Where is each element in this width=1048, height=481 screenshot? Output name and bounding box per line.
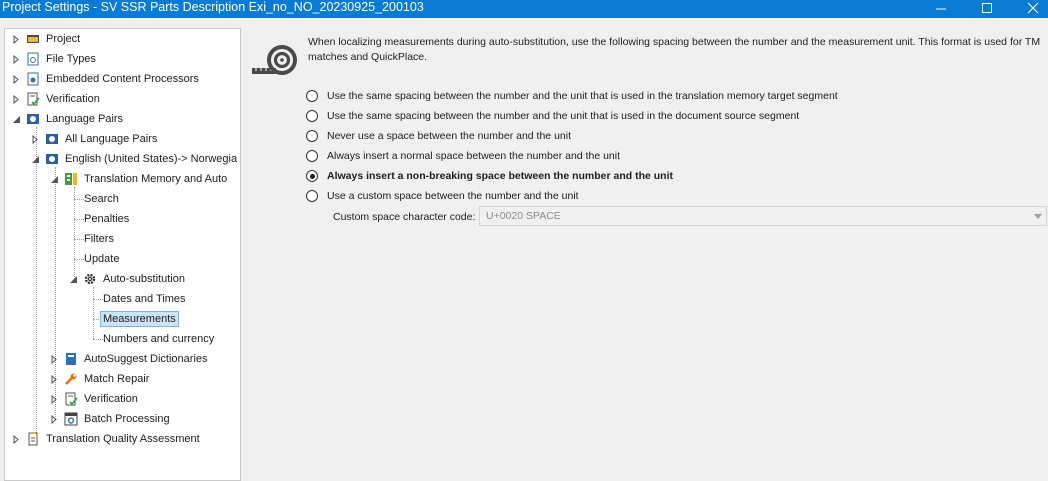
translation-memory-icon bbox=[65, 173, 77, 185]
expand-arrow-icon[interactable] bbox=[50, 415, 59, 424]
tree-guide-line bbox=[74, 219, 84, 220]
custom-space-code-value: U+0020 SPACE bbox=[486, 210, 561, 222]
gear-icon bbox=[84, 273, 96, 285]
option-label: Use a custom space between the number an… bbox=[327, 190, 579, 202]
radio-button[interactable] bbox=[306, 150, 318, 162]
option-label: Use the same spacing between the number … bbox=[327, 110, 800, 122]
custom-space-code-dropdown[interactable]: U+0020 SPACE bbox=[479, 206, 1047, 226]
expand-arrow-icon[interactable] bbox=[50, 395, 59, 404]
language-pairs-icon bbox=[27, 114, 39, 124]
language-pairs-icon bbox=[46, 134, 58, 144]
expand-arrow-icon[interactable] bbox=[50, 375, 59, 384]
embedded-content-icon bbox=[27, 72, 39, 86]
tree-item-measurements[interactable]: Measurements bbox=[100, 311, 179, 327]
minimize-button[interactable] bbox=[918, 0, 964, 18]
window-title: Project Settings - SV SSR Parts Descript… bbox=[2, 0, 424, 14]
option-tm-target-spacing[interactable]: Use the same spacing between the number … bbox=[306, 86, 838, 106]
tree-item-numbers-and-currency[interactable]: Numbers and currency bbox=[103, 332, 214, 346]
verification-icon bbox=[27, 92, 40, 106]
tree-item-embedded-content-processors[interactable]: Embedded Content Processors bbox=[46, 72, 199, 86]
expand-arrow-icon[interactable] bbox=[12, 95, 21, 104]
collapse-arrow-icon[interactable] bbox=[69, 275, 78, 284]
tree-item-dates-and-times[interactable]: Dates and Times bbox=[103, 292, 186, 306]
radio-button[interactable] bbox=[306, 110, 318, 122]
option-never-space[interactable]: Never use a space between the number and… bbox=[306, 126, 571, 146]
tree-item-verification-sub[interactable]: Verification bbox=[84, 392, 138, 406]
option-label: Never use a space between the number and… bbox=[327, 130, 571, 142]
option-document-source-spacing[interactable]: Use the same spacing between the number … bbox=[306, 106, 799, 126]
close-button[interactable] bbox=[1010, 0, 1048, 18]
tree-guide-line bbox=[93, 287, 94, 339]
tree-item-project[interactable]: Project bbox=[46, 32, 80, 46]
tree-guide-line bbox=[74, 259, 84, 260]
option-label: Always insert a non-breaking space betwe… bbox=[327, 170, 673, 182]
measurements-description: When localizing measurements during auto… bbox=[308, 36, 1041, 63]
collapse-arrow-icon[interactable] bbox=[12, 115, 21, 124]
dictionary-icon bbox=[66, 353, 76, 365]
close-icon bbox=[1027, 2, 1039, 14]
tree-item-autosuggest-dictionaries[interactable]: AutoSuggest Dictionaries bbox=[84, 352, 208, 366]
tree-item-english-norwegian[interactable]: English (United States)-> Norwegia bbox=[65, 152, 237, 166]
quality-assessment-icon bbox=[28, 432, 38, 446]
radio-button[interactable] bbox=[306, 190, 318, 202]
tree-guide-line bbox=[74, 239, 84, 240]
tree-item-translation-memory[interactable]: Translation Memory and Auto bbox=[84, 172, 227, 186]
option-normal-space[interactable]: Always insert a normal space between the… bbox=[306, 146, 620, 166]
tree-guide-line bbox=[74, 187, 75, 279]
tree-item-language-pairs[interactable]: Language Pairs bbox=[46, 112, 123, 126]
radio-button[interactable] bbox=[306, 90, 318, 102]
collapse-arrow-icon[interactable] bbox=[50, 175, 59, 184]
tree-item-translation-quality-assessment[interactable]: Translation Quality Assessment bbox=[46, 432, 200, 446]
option-non-breaking-space[interactable]: Always insert a non-breaking space betwe… bbox=[306, 166, 673, 186]
option-label: Use the same spacing between the number … bbox=[327, 90, 838, 102]
expand-arrow-icon[interactable] bbox=[12, 55, 21, 64]
expand-arrow-icon[interactable] bbox=[12, 35, 21, 44]
tree-item-verification[interactable]: Verification bbox=[46, 92, 100, 106]
tree-item-match-repair[interactable]: Match Repair bbox=[84, 372, 149, 386]
measurements-panel: When localizing measurements during auto… bbox=[242, 28, 1048, 481]
tree-guide-line bbox=[36, 127, 37, 439]
project-folder-icon bbox=[27, 35, 39, 43]
tree-item-batch-processing[interactable]: Batch Processing bbox=[84, 412, 170, 426]
settings-tree: Project File Types Embedded Content Proc… bbox=[4, 28, 241, 481]
verification-icon bbox=[65, 392, 78, 406]
file-types-icon bbox=[27, 52, 39, 66]
tree-item-auto-substitution[interactable]: Auto-substitution bbox=[103, 272, 185, 286]
custom-space-code-label: Custom space character code: bbox=[333, 211, 476, 223]
tree-item-update[interactable]: Update bbox=[84, 252, 119, 266]
tree-guide-line bbox=[93, 339, 103, 340]
chevron-down-icon bbox=[1034, 214, 1042, 219]
option-label: Always insert a normal space between the… bbox=[327, 150, 621, 162]
maximize-button[interactable] bbox=[964, 0, 1010, 18]
tree-item-file-types[interactable]: File Types bbox=[46, 52, 96, 66]
tree-guide-line bbox=[74, 199, 84, 200]
minimize-icon bbox=[936, 8, 946, 10]
tree-item-search[interactable]: Search bbox=[84, 192, 119, 206]
expand-arrow-icon[interactable] bbox=[31, 135, 40, 144]
expand-arrow-icon[interactable] bbox=[12, 435, 21, 444]
title-bar: Project Settings - SV SSR Parts Descript… bbox=[0, 0, 1048, 18]
tree-item-filters[interactable]: Filters bbox=[84, 232, 114, 246]
maximize-icon bbox=[982, 3, 992, 13]
language-pairs-icon bbox=[46, 154, 58, 164]
radio-button[interactable] bbox=[306, 130, 318, 142]
tree-guide-line bbox=[93, 299, 103, 300]
tree-item-penalties[interactable]: Penalties bbox=[84, 212, 129, 226]
tree-item-all-language-pairs[interactable]: All Language Pairs bbox=[65, 132, 157, 146]
collapse-arrow-icon[interactable] bbox=[31, 155, 40, 164]
radio-button-selected[interactable] bbox=[306, 170, 318, 182]
measuring-tape-icon bbox=[252, 45, 297, 75]
batch-processing-icon bbox=[64, 412, 78, 426]
wrench-icon bbox=[65, 373, 77, 385]
expand-arrow-icon[interactable] bbox=[50, 355, 59, 364]
option-custom-space[interactable]: Use a custom space between the number an… bbox=[306, 186, 579, 206]
expand-arrow-icon[interactable] bbox=[12, 75, 21, 84]
